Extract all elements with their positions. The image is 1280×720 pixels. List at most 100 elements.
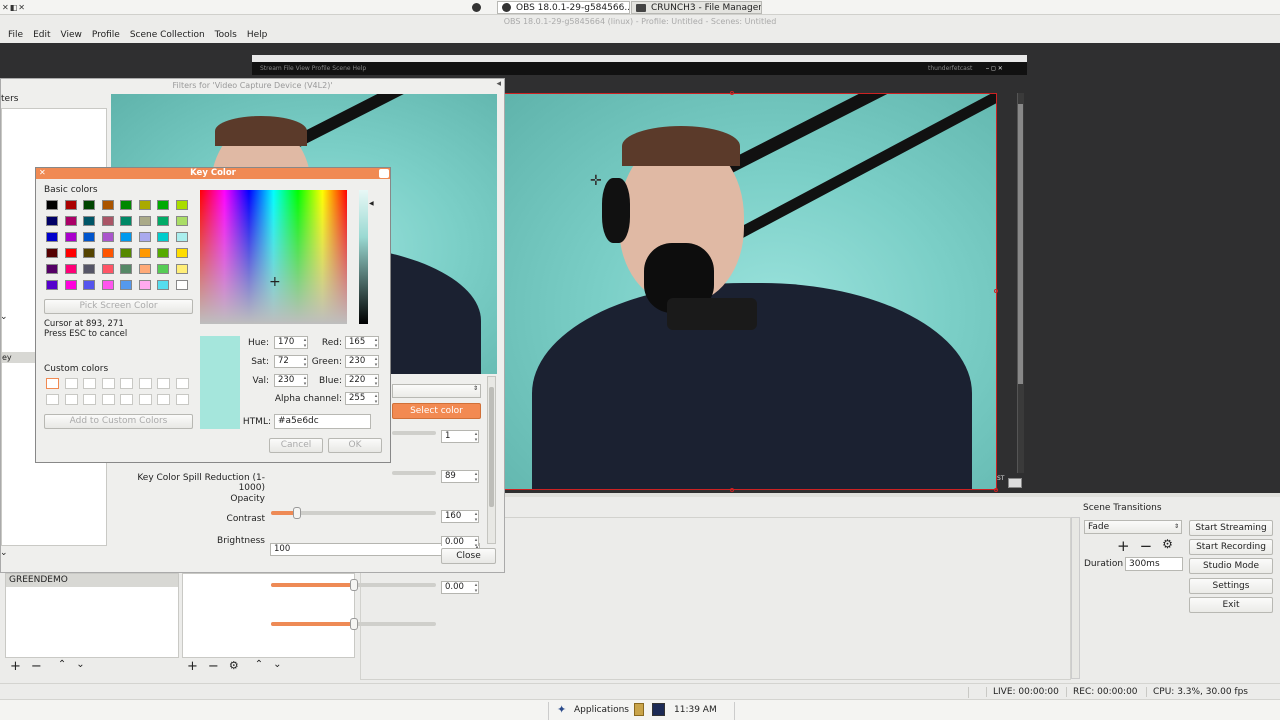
basic-color-swatch[interactable] bbox=[175, 264, 188, 274]
source-move-down-icon[interactable]: ⌄ bbox=[273, 659, 281, 674]
exit-button[interactable]: Exit bbox=[1189, 597, 1273, 613]
move-down-icon[interactable]: ⌄ bbox=[76, 659, 84, 674]
basic-color-swatch[interactable] bbox=[64, 248, 77, 258]
brightness-slider[interactable] bbox=[271, 618, 436, 630]
basic-color-swatch[interactable] bbox=[46, 232, 58, 242]
basic-color-swatch[interactable] bbox=[157, 232, 169, 242]
resize-handle-bottom[interactable] bbox=[730, 488, 734, 492]
move-up-icon[interactable]: ⌃ bbox=[58, 659, 66, 674]
basic-color-swatch[interactable] bbox=[138, 280, 151, 290]
basic-color-swatch[interactable] bbox=[83, 264, 95, 274]
basic-color-swatch[interactable] bbox=[64, 216, 77, 226]
menu-edit[interactable]: Edit bbox=[28, 29, 55, 43]
basic-color-swatch[interactable] bbox=[101, 232, 114, 242]
remove-source-icon[interactable]: − bbox=[208, 659, 219, 674]
blue-input[interactable]: 220 bbox=[345, 374, 379, 387]
menu-help[interactable]: Help bbox=[242, 29, 273, 43]
remove-transition-icon[interactable]: − bbox=[1140, 537, 1153, 555]
close-button[interactable]: Close bbox=[441, 548, 496, 564]
start-recording-button[interactable]: Start Recording bbox=[1189, 539, 1273, 555]
basic-color-swatch[interactable] bbox=[157, 280, 169, 290]
spill-reduction-input[interactable]: 160 bbox=[441, 510, 479, 523]
menu-file[interactable]: File bbox=[3, 29, 28, 43]
custom-color-well[interactable] bbox=[120, 394, 133, 405]
basic-color-swatch[interactable] bbox=[138, 200, 151, 210]
basic-color-swatch[interactable] bbox=[83, 200, 95, 210]
add-scene-icon[interactable]: + bbox=[10, 659, 21, 674]
red-input[interactable]: 165 bbox=[345, 336, 379, 349]
custom-color-well[interactable] bbox=[83, 394, 96, 405]
settings-button[interactable]: Settings bbox=[1189, 578, 1273, 594]
menu-scene-collection[interactable]: Scene Collection bbox=[125, 29, 210, 43]
key-color-type-select[interactable]: ⇕ bbox=[392, 384, 481, 398]
custom-color-well[interactable] bbox=[138, 394, 152, 405]
luminance-bar[interactable] bbox=[359, 190, 368, 324]
select-color-button[interactable]: Select color bbox=[392, 403, 481, 419]
luminance-arrow-icon[interactable]: ◀ bbox=[369, 200, 374, 207]
menu-profile[interactable]: Profile bbox=[87, 29, 125, 43]
smoothness-input[interactable]: 89 bbox=[441, 470, 479, 483]
basic-color-swatch[interactable] bbox=[64, 200, 77, 210]
custom-color-well[interactable] bbox=[138, 378, 152, 389]
taskbar-task-file-manager[interactable]: CRUNCH3 - File Manager bbox=[631, 1, 762, 14]
basic-color-swatch[interactable] bbox=[46, 200, 58, 210]
custom-color-well[interactable] bbox=[175, 394, 189, 405]
contrast-input[interactable]: 0.00 bbox=[441, 581, 479, 594]
slider-knob[interactable] bbox=[349, 579, 358, 591]
studio-mode-button[interactable]: Studio Mode bbox=[1189, 558, 1273, 574]
basic-color-swatch[interactable] bbox=[120, 248, 132, 258]
custom-color-well[interactable] bbox=[101, 394, 115, 405]
transition-select[interactable]: Fade ⇕ bbox=[1084, 520, 1182, 534]
custom-color-well[interactable] bbox=[120, 378, 133, 389]
add-transition-icon[interactable]: + bbox=[1117, 537, 1130, 555]
taskbar-task-obs[interactable]: OBS 18.0.1-29-g584566... bbox=[497, 1, 630, 14]
basic-color-swatch[interactable] bbox=[157, 200, 169, 210]
source-settings-gear-icon[interactable]: ⚙ bbox=[229, 659, 239, 674]
basic-color-swatch[interactable] bbox=[101, 280, 114, 290]
preview-scrollbar-thumb[interactable] bbox=[1018, 104, 1023, 384]
filters-close-icon[interactable]: ◂ bbox=[496, 79, 501, 89]
video-capture-preview[interactable]: ✛ bbox=[504, 93, 997, 490]
basic-color-swatch[interactable] bbox=[64, 280, 77, 290]
spill-reduction-slider[interactable] bbox=[271, 507, 436, 519]
resize-handle-top[interactable] bbox=[730, 91, 734, 95]
basic-color-swatch[interactable] bbox=[138, 264, 151, 274]
scenes-list[interactable]: GREENDEMO bbox=[5, 573, 179, 658]
basic-color-swatch[interactable] bbox=[83, 248, 95, 258]
basic-color-swatch[interactable] bbox=[83, 232, 95, 242]
val-input[interactable]: 230 bbox=[274, 374, 308, 387]
contrast-slider[interactable] bbox=[271, 579, 436, 591]
basic-color-swatch[interactable] bbox=[175, 232, 188, 242]
custom-color-well[interactable] bbox=[157, 378, 170, 389]
basic-color-swatch[interactable] bbox=[64, 264, 77, 274]
alpha-input[interactable]: 255 bbox=[345, 392, 379, 405]
sat-input[interactable]: 72 bbox=[274, 355, 308, 368]
add-source-icon[interactable]: + bbox=[187, 659, 198, 674]
menu-view[interactable]: View bbox=[56, 29, 87, 43]
scene-item-greendemo[interactable]: GREENDEMO bbox=[6, 574, 178, 587]
resize-handle-right[interactable] bbox=[994, 289, 998, 293]
chevron-down-icon[interactable]: ⌄ bbox=[0, 312, 8, 322]
resize-handle-corner[interactable] bbox=[994, 488, 998, 492]
ok-button[interactable]: OK bbox=[328, 438, 382, 453]
add-to-custom-colors-button[interactable]: Add to Custom Colors bbox=[44, 414, 193, 429]
custom-color-well[interactable] bbox=[46, 394, 59, 405]
custom-color-well[interactable] bbox=[46, 378, 59, 389]
source-move-up-icon[interactable]: ⌃ bbox=[255, 659, 263, 674]
basic-color-swatch[interactable] bbox=[157, 216, 169, 226]
tray-app-icon[interactable] bbox=[652, 703, 665, 716]
color-spectrum[interactable] bbox=[200, 190, 347, 324]
cancel-button[interactable]: Cancel bbox=[269, 438, 323, 453]
basic-color-swatch[interactable] bbox=[175, 200, 188, 210]
properties-scrollbar[interactable] bbox=[487, 376, 496, 544]
basic-color-swatch[interactable] bbox=[46, 248, 58, 258]
brightness-input[interactable]: 0.00 bbox=[441, 536, 479, 546]
custom-color-well[interactable] bbox=[101, 378, 115, 389]
similarity-slider[interactable] bbox=[392, 431, 436, 435]
applications-menu[interactable]: Applications bbox=[574, 705, 629, 715]
basic-color-swatch[interactable] bbox=[157, 264, 169, 274]
basic-color-swatch[interactable] bbox=[120, 216, 132, 226]
basic-color-swatch[interactable] bbox=[120, 200, 132, 210]
custom-color-well[interactable] bbox=[64, 394, 78, 405]
basic-color-swatch[interactable] bbox=[46, 216, 58, 226]
